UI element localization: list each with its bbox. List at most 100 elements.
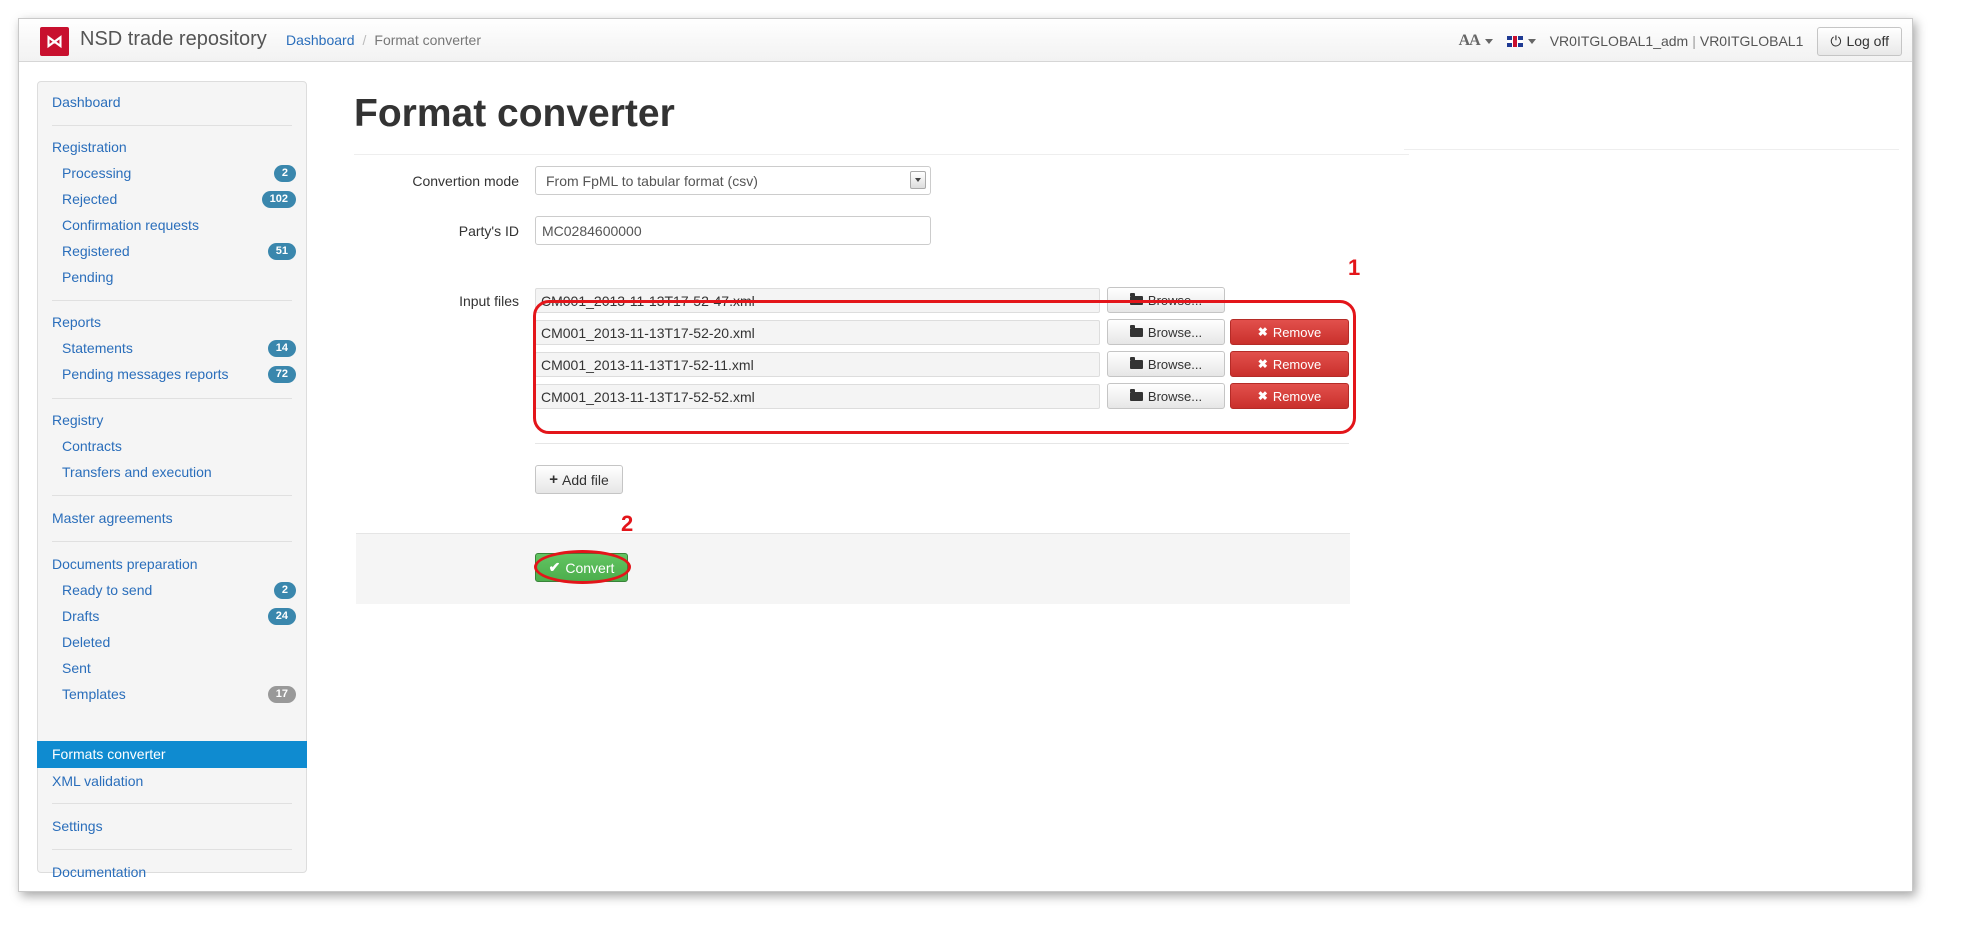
conversion-mode-label: Convertion mode <box>412 173 519 189</box>
browse-button[interactable]: Browse... <box>1107 351 1225 377</box>
font-size-dropdown[interactable]: AA <box>1459 32 1493 50</box>
sidebar-divider <box>52 803 292 804</box>
sidebar-item-label: Statements <box>62 340 133 356</box>
sidebar-item-pending-messages-reports[interactable]: Pending messages reports 72 <box>62 366 301 383</box>
sidebar-item-contracts[interactable]: Contracts <box>62 438 122 454</box>
sidebar-item-documentation[interactable]: Documentation <box>52 864 146 880</box>
close-icon: ✖ <box>1257 357 1268 371</box>
breadcrumb-dashboard-link[interactable]: Dashboard <box>286 32 355 48</box>
sidebar-divider <box>52 849 292 850</box>
sidebar: Dashboard Registration Processing 2 Rejec… <box>37 81 307 880</box>
sidebar-item-label: Templates <box>62 686 126 702</box>
close-icon: ✖ <box>1257 325 1268 339</box>
conversion-mode-select[interactable]: From FpML to tabular format (csv) <box>535 166 931 195</box>
browse-label: Browse... <box>1147 356 1203 372</box>
sidebar-item-formats-converter[interactable]: Formats converter <box>37 741 307 768</box>
folder-open-icon <box>1129 292 1143 305</box>
file-field[interactable]: CM001_2013-11-13T17-52-20.xml <box>535 320 1100 345</box>
file-field[interactable]: CM001_2013-11-13T17-52-47.xml <box>535 288 1100 313</box>
remove-file-button[interactable]: ✖ Remove <box>1230 351 1349 377</box>
sidebar-divider <box>52 541 292 542</box>
sidebar-item-label: Drafts <box>62 608 100 624</box>
sidebar-item-xml-validation[interactable]: XML validation <box>52 773 143 789</box>
uk-flag-icon <box>1506 35 1523 47</box>
sidebar-item-drafts[interactable]: Drafts 24 <box>62 608 301 625</box>
convert-button[interactable]: ✔ Convert <box>535 553 628 582</box>
sidebar-item-label: Ready to send <box>62 582 153 598</box>
party-id-label: Party's ID <box>458 223 519 239</box>
count-badge: 72 <box>267 366 296 383</box>
sidebar-section-documents-preparation[interactable]: Documents preparation <box>52 556 198 572</box>
logoff-label: Log off <box>1846 33 1889 49</box>
sidebar-section-reports[interactable]: Reports <box>52 314 101 330</box>
count-badge: 102 <box>261 191 296 208</box>
remove-label: Remove <box>1272 356 1322 372</box>
chevron-down-icon <box>1484 38 1493 44</box>
plus-icon: + <box>549 471 559 488</box>
chevron-down-icon <box>1527 38 1536 44</box>
count-badge: 24 <box>267 608 296 625</box>
file-field[interactable]: CM001_2013-11-13T17-52-52.xml <box>535 384 1100 409</box>
sidebar-item-master-agreements[interactable]: Master agreements <box>52 510 173 526</box>
file-field[interactable]: CM001_2013-11-13T17-52-11.xml <box>535 352 1100 377</box>
remove-file-button[interactable]: ✖ Remove <box>1230 383 1349 409</box>
remove-label: Remove <box>1272 388 1322 404</box>
party-id-input[interactable]: MC0284600000 <box>535 216 931 245</box>
count-badge: 2 <box>273 582 296 599</box>
sidebar-item-processing[interactable]: Processing 2 <box>62 165 301 182</box>
sidebar-item-transfers-and-execution[interactable]: Transfers and execution <box>62 464 212 480</box>
count-badge: 17 <box>267 686 296 703</box>
logoff-button[interactable]: ⏻ Log off <box>1817 26 1902 56</box>
sidebar-item-statements[interactable]: Statements 14 <box>62 340 301 357</box>
title-divider <box>354 154 1409 155</box>
sidebar-item-ready-to-send[interactable]: Ready to send 2 <box>62 582 301 599</box>
sidebar-item-settings[interactable]: Settings <box>52 818 103 834</box>
sidebar-item-dashboard[interactable]: Dashboard <box>52 94 121 110</box>
user-login: VR0ITGLOBAL1_adm <box>1549 33 1689 49</box>
sidebar-divider <box>52 398 292 399</box>
top-navbar: ⋈ NSD trade repository Dashboard / Format … <box>19 19 1912 62</box>
sidebar-item-label: Pending messages reports <box>62 366 229 382</box>
folder-open-icon <box>1129 356 1143 369</box>
browse-label: Browse... <box>1147 388 1203 404</box>
sidebar-section-registry[interactable]: Registry <box>52 412 103 428</box>
browse-button[interactable]: Browse... <box>1107 287 1225 313</box>
sidebar-item-confirmation-requests[interactable]: Confirmation requests <box>62 217 199 233</box>
browse-label: Browse... <box>1147 324 1203 340</box>
sidebar-section-registration[interactable]: Registration <box>52 139 127 155</box>
breadcrumb: Dashboard / Format converter <box>286 32 481 48</box>
remove-label: Remove <box>1272 324 1322 340</box>
folder-open-icon <box>1129 388 1143 401</box>
sidebar-divider <box>52 300 292 301</box>
browse-label: Browse... <box>1147 292 1203 308</box>
sidebar-item-deleted[interactable]: Deleted <box>62 634 110 650</box>
language-dropdown[interactable] <box>1506 35 1536 47</box>
folder-open-icon <box>1129 324 1143 337</box>
callout-number-1: 1 <box>1348 255 1361 280</box>
breadcrumb-current: Format converter <box>374 32 481 48</box>
close-icon: ✖ <box>1257 389 1268 403</box>
convert-label: Convert <box>565 559 615 576</box>
browse-button[interactable]: Browse... <box>1107 383 1225 409</box>
sidebar-item-sent[interactable]: Sent <box>62 660 91 676</box>
callout-number-2: 2 <box>621 511 634 536</box>
nsd-logo-icon[interactable]: ⋈ <box>40 27 69 56</box>
files-divider <box>535 443 1349 444</box>
sidebar-item-registered[interactable]: Registered 51 <box>62 243 301 260</box>
page-title: Format converter <box>354 92 675 135</box>
add-file-button[interactable]: + Add file <box>535 465 623 494</box>
user-org: VR0ITGLOBAL1 <box>1699 33 1804 49</box>
sidebar-item-templates[interactable]: Templates 17 <box>62 686 301 703</box>
remove-file-button[interactable]: ✖ Remove <box>1230 319 1349 345</box>
form-actions-bar <box>356 533 1350 604</box>
browse-button[interactable]: Browse... <box>1107 319 1225 345</box>
check-icon: ✔ <box>548 559 561 575</box>
count-badge: 51 <box>267 243 296 260</box>
user-separator: | <box>1692 33 1696 49</box>
title-divider-right <box>1404 149 1899 150</box>
brand-title[interactable]: NSD trade repository <box>80 28 267 51</box>
sidebar-item-pending[interactable]: Pending <box>62 269 113 285</box>
select-arrow-icon <box>910 171 926 189</box>
top-right-tools: AA VR0ITGLOBAL1_adm | VR0ITGLOBAL1 ⏻ Log o… <box>1459 26 1902 56</box>
sidebar-item-rejected[interactable]: Rejected 102 <box>62 191 301 208</box>
